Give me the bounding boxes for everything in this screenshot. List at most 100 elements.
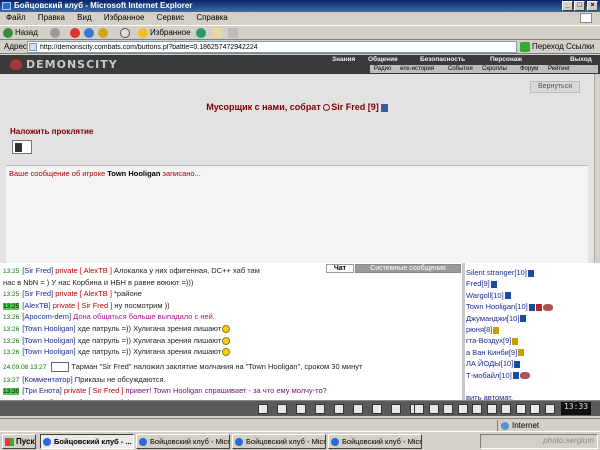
user-info-icon[interactable] [512, 372, 519, 380]
chat-timestamp[interactable]: 13:26 [3, 338, 19, 345]
user-name[interactable]: ЛА ЙОДЫ [466, 359, 501, 368]
search-button[interactable] [120, 27, 132, 39]
nav-security[interactable]: Безопасность [420, 56, 465, 64]
user-list-item[interactable]: Т-мобайл[10] [466, 370, 530, 381]
subnav-rating[interactable]: Рейтинг [548, 65, 570, 73]
chat-nick[interactable]: [Sir Fred] [22, 266, 53, 275]
user-list-item[interactable]: вить автомат. [466, 392, 513, 400]
user-name[interactable]: Т-мобайл [466, 371, 499, 380]
user-name[interactable]: Wargoll [466, 291, 491, 300]
user-info-icon[interactable] [518, 349, 525, 357]
chat-nick[interactable]: [Town Hooligan] [22, 324, 75, 333]
chat-nick[interactable]: [Town Hooligan] [22, 347, 75, 356]
menu-tools[interactable]: Сервис [157, 13, 184, 22]
chat-log[interactable]: 13:25 [Sir Fred] private [ AlexTB ] Алока… [0, 263, 462, 400]
forward-button[interactable] [50, 27, 62, 39]
curse-scroll-icon[interactable] [12, 140, 32, 154]
user-name[interactable]: Town Hooligan [466, 302, 515, 311]
go-button[interactable]: Переход [520, 41, 564, 53]
task-window-4[interactable]: Бойцовский клуб - Micro... [328, 434, 422, 449]
user-info-icon[interactable] [520, 315, 527, 323]
user-list-item[interactable]: Wargoll[10] [466, 290, 511, 301]
user-info-icon[interactable] [528, 303, 535, 311]
filter-icon[interactable] [315, 404, 325, 414]
chat-timestamp[interactable]: 13:30 [3, 388, 20, 396]
announcement-name[interactable]: Sir Fred [331, 102, 365, 112]
menu-file[interactable]: Файл [6, 13, 26, 22]
home-button[interactable] [98, 27, 110, 39]
chat-nick[interactable]: [Комментатор] [22, 375, 72, 384]
map-icon[interactable] [501, 404, 511, 414]
tab-system-messages[interactable]: Системные сообщения [355, 264, 461, 273]
favorites-button[interactable]: Избранное [138, 27, 191, 39]
user-list-item[interactable]: Fred[9] [466, 278, 497, 289]
user-name[interactable]: Fred [466, 279, 481, 288]
return-button[interactable]: Вернуться [530, 81, 580, 93]
smiles-icon[interactable] [296, 404, 306, 414]
content-scrollbar[interactable] [594, 74, 600, 263]
start-button[interactable]: Пуск [2, 434, 36, 449]
color-icon[interactable] [414, 404, 424, 414]
chat-timestamp[interactable]: 13:25 [3, 268, 19, 275]
inventory-icon[interactable] [515, 404, 526, 414]
user-list-item[interactable]: гта-Воздух[9] [466, 335, 519, 346]
chat-timestamp[interactable]: 13:26 [3, 314, 19, 321]
chat-timestamp[interactable]: 13:25 [3, 291, 19, 298]
game-logo[interactable]: DEMONSCITY [10, 57, 118, 72]
chat-nick[interactable]: [AlexTB] [22, 301, 50, 310]
user-info-icon[interactable] [490, 280, 497, 288]
user-name[interactable]: Джуманджи [466, 314, 507, 323]
chat-timestamp[interactable]: 13:25 [3, 302, 20, 310]
nav-character[interactable]: Персонаж [490, 56, 522, 64]
stop-button[interactable] [70, 27, 82, 39]
menu-edit[interactable]: Правка [38, 13, 65, 22]
translit-icon[interactable] [334, 404, 344, 414]
user-list-item[interactable]: Silent stranger[10] [466, 267, 534, 278]
maximize-button[interactable]: □ [574, 1, 585, 11]
subnav-history[interactable]: enx-история [400, 65, 434, 73]
user-name[interactable]: рюня [466, 325, 484, 334]
chat-timestamp[interactable]: 13:26 [3, 349, 19, 356]
exit-icon[interactable] [544, 404, 555, 414]
chat-nick[interactable]: [Town Hooligan] [22, 336, 75, 345]
chat-private-target[interactable]: private [ Sir Fred ] [64, 386, 124, 395]
user-info-icon[interactable] [504, 292, 511, 300]
user-info-icon[interactable] [527, 269, 534, 277]
chat-private-target[interactable]: private [ Sir Fred ] [53, 301, 113, 310]
help-icon[interactable] [443, 404, 453, 414]
chat-nick[interactable]: [Три Енота] [22, 386, 61, 395]
refresh-button[interactable] [84, 27, 96, 39]
address-input[interactable] [27, 41, 517, 53]
minimize-button[interactable]: _ [562, 1, 573, 11]
refresh-chat-icon[interactable] [391, 404, 401, 414]
user-name[interactable]: а Ван Кинби [466, 348, 509, 357]
subnav-events[interactable]: События [448, 65, 473, 73]
chat-private-target[interactable]: private [ AlexTB ] [55, 289, 112, 298]
history-button[interactable] [196, 27, 208, 39]
task-window-1[interactable]: Бойцовский клуб - ... [40, 434, 134, 449]
tab-chat[interactable]: Чат [326, 264, 354, 273]
user-info-icon[interactable] [380, 103, 388, 112]
chat-timestamp[interactable]: 13:27 [3, 377, 19, 384]
user-list-item[interactable]: ЛА ЙОДЫ[10] [466, 358, 521, 369]
sound-icon[interactable] [372, 404, 382, 414]
user-list-item[interactable]: рюня[8] [466, 324, 500, 335]
subnav-forum[interactable]: Форум [520, 65, 538, 73]
menu-view[interactable]: Вид [77, 13, 91, 22]
nav-knowledge[interactable]: Знания [332, 56, 355, 64]
user-name[interactable]: гта-Воздух [466, 336, 503, 345]
private-icon[interactable] [353, 404, 363, 414]
user-info-icon[interactable] [493, 326, 500, 334]
user-info-icon[interactable] [512, 337, 519, 345]
chat-timestamp[interactable]: 13:26 [3, 326, 19, 333]
links-button[interactable]: Ссылки [566, 41, 594, 53]
print-button[interactable] [228, 27, 240, 39]
trade-icon[interactable] [472, 404, 482, 414]
user-list-item[interactable]: а Ван Кинби[9] [466, 347, 525, 358]
user-list-item[interactable]: Джуманджи[10] [466, 313, 527, 324]
menu-favorites[interactable]: Избранное [104, 13, 145, 22]
menu-help[interactable]: Справка [196, 13, 227, 22]
user-list[interactable]: Silent stranger[10] Fred[9] Wargoll[10] Tow… [465, 263, 600, 400]
user-name[interactable]: Silent stranger [466, 268, 514, 277]
clear-icon[interactable] [277, 404, 287, 414]
